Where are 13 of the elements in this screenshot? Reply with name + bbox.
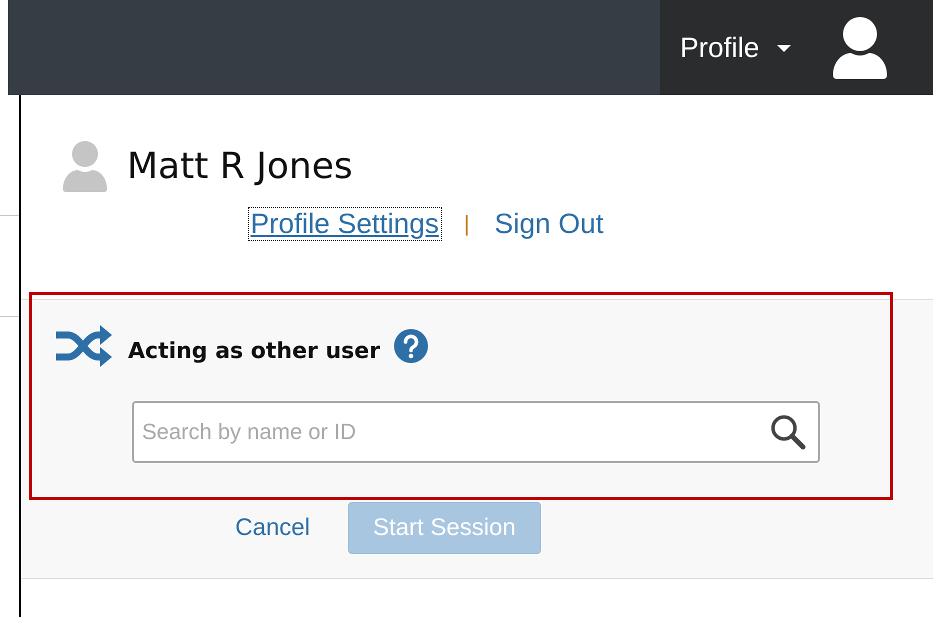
search-field[interactable]: Search by name or ID bbox=[132, 401, 820, 463]
user-name: Matt R Jones bbox=[127, 146, 353, 186]
help-icon[interactable] bbox=[394, 329, 428, 363]
shuffle-icon bbox=[54, 323, 114, 369]
user-avatar-icon bbox=[61, 139, 109, 193]
user-avatar-icon[interactable] bbox=[831, 14, 890, 80]
profile-link[interactable]: Profile Settings bbox=[248, 207, 442, 241]
cancel-button[interactable]: Cancel bbox=[233, 502, 312, 554]
section-title: Acting as other user bbox=[128, 338, 380, 364]
profile-link[interactable]: Sign Out bbox=[492, 207, 606, 241]
caret-icon bbox=[777, 44, 792, 52]
search-icon[interactable] bbox=[770, 414, 806, 450]
separator: | bbox=[464, 211, 470, 237]
